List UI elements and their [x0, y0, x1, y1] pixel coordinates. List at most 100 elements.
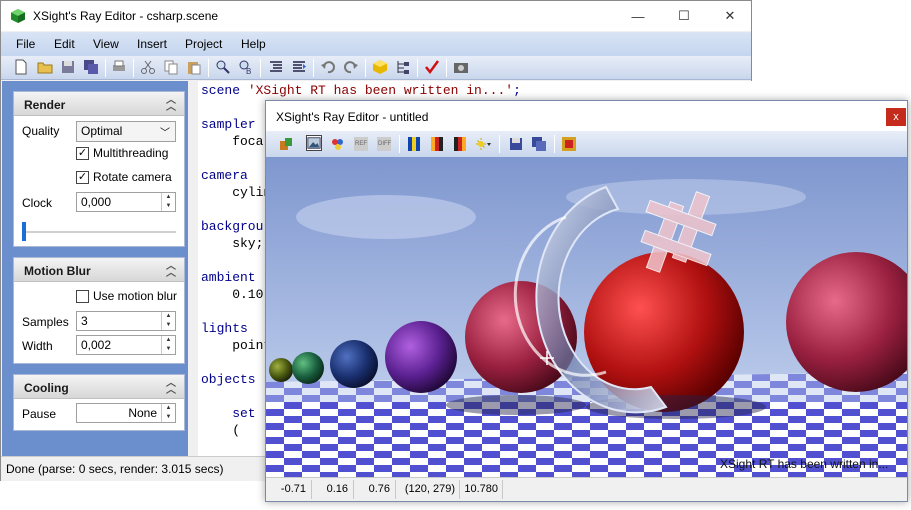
- motion-blur-panel: Motion Blur ︿ ︿ Use motion blur Samples 3 ▲…: [13, 257, 185, 364]
- quality-label: Quality: [22, 124, 60, 138]
- menu-bar: File Edit View Insert Project Help: [1, 32, 751, 56]
- cooling-header[interactable]: Cooling ︿ ︿: [14, 375, 184, 399]
- render-panel-header[interactable]: Render ︿ ︿: [14, 92, 184, 116]
- clock-slider-thumb[interactable]: [22, 222, 26, 241]
- code-line: ambient: [201, 270, 256, 285]
- chevron-down-icon: ﹀: [160, 128, 170, 139]
- svg-text:B: B: [246, 67, 251, 75]
- chevron-up-icon[interactable]: ︿ ︿: [166, 262, 176, 279]
- tree-icon[interactable]: [395, 59, 411, 75]
- code-line: sampler: [201, 117, 256, 132]
- distance: 10.780: [464, 483, 498, 495]
- clock-input[interactable]: 0,000 ▲ ▼: [76, 192, 176, 212]
- use-motion-blur-checkbox[interactable]: [76, 290, 89, 303]
- indent-icon[interactable]: [268, 59, 284, 75]
- copy-icon[interactable]: [163, 59, 179, 75]
- pause-spinner[interactable]: ▲ ▼: [161, 404, 175, 422]
- clock-slider-track[interactable]: [22, 231, 176, 233]
- pause-label: Pause: [22, 407, 57, 421]
- settings-sidebar: Render ︿ ︿ Quality Optimal ﹀ ✓ Multithreadi…: [2, 81, 188, 456]
- paste-icon[interactable]: [186, 59, 202, 75]
- menu-file[interactable]: File: [16, 37, 35, 51]
- render-close-button[interactable]: x: [886, 108, 906, 126]
- title-bar[interactable]: XSight's Ray Editor - csharp.scene — ☐ ✕: [1, 1, 751, 31]
- channel-red-icon[interactable]: [429, 136, 445, 152]
- close-button[interactable]: ✕: [707, 1, 753, 31]
- width-label: Width: [22, 339, 53, 353]
- splitter[interactable]: [188, 81, 198, 456]
- render-save-icon[interactable]: [508, 136, 524, 152]
- check-icon[interactable]: [424, 59, 440, 75]
- quality-value: Optimal: [81, 124, 123, 138]
- clock-value: 0,000: [81, 195, 112, 209]
- replace-icon[interactable]: B: [238, 59, 254, 75]
- palette-icon[interactable]: [330, 136, 346, 152]
- ref-icon[interactable]: REF: [353, 136, 369, 152]
- pause-input[interactable]: None ▲ ▼: [76, 403, 176, 423]
- channel-mix-icon[interactable]: [452, 136, 468, 152]
- open-folder-icon[interactable]: [37, 59, 53, 75]
- rotate-camera-label: Rotate camera: [93, 170, 172, 184]
- redo-icon[interactable]: [343, 59, 359, 75]
- render-toolbar: REF DIFF: [266, 131, 907, 157]
- multithreading-label: Multithreading: [93, 146, 169, 160]
- code-line: lights: [201, 321, 248, 336]
- samples-value: 3: [81, 314, 88, 328]
- menu-help[interactable]: Help: [241, 37, 266, 51]
- print-icon[interactable]: [111, 59, 127, 75]
- minimize-button[interactable]: —: [615, 1, 661, 31]
- cube-icon[interactable]: [372, 59, 388, 75]
- rotate-camera-checkbox[interactable]: ✓: [76, 171, 89, 184]
- svg-text:DIFF: DIFF: [378, 141, 392, 147]
- menu-edit[interactable]: Edit: [54, 37, 75, 51]
- width-value: 0,002: [81, 338, 112, 352]
- samples-spinner[interactable]: ▲ ▼: [161, 312, 175, 330]
- menu-insert[interactable]: Insert: [137, 37, 167, 51]
- render-save-as-icon[interactable]: [531, 136, 547, 152]
- multithreading-checkbox[interactable]: ✓: [76, 147, 89, 160]
- outdent-icon[interactable]: [291, 59, 307, 75]
- code-line: scene 'XSight RT has been written in...'…: [201, 83, 521, 98]
- render-title-bar[interactable]: XSight's Ray Editor - untitled x: [266, 101, 907, 131]
- quality-select[interactable]: Optimal ﹀: [76, 121, 176, 142]
- open-scene-icon[interactable]: [278, 136, 294, 152]
- maximize-button[interactable]: ☐: [661, 1, 707, 31]
- channel-blue-icon[interactable]: [406, 136, 422, 152]
- find-icon[interactable]: [215, 59, 231, 75]
- diff-icon[interactable]: DIFF: [376, 136, 392, 152]
- code-line: cylin: [201, 185, 272, 200]
- chevron-up-icon[interactable]: ︿ ︿: [166, 96, 176, 113]
- samples-input[interactable]: 3 ▲ ▼: [76, 311, 176, 331]
- render-panel: Render ︿ ︿ Quality Optimal ﹀ ✓ Multithreadi…: [13, 91, 185, 247]
- cooling-title: Cooling: [24, 381, 69, 395]
- render-caption: XSight RT has been written in...: [720, 457, 889, 471]
- code-line: objects: [201, 372, 256, 387]
- render-panel-title: Render: [24, 98, 66, 112]
- width-input[interactable]: 0,002 ▲ ▼: [76, 335, 176, 355]
- save-all-icon[interactable]: [83, 59, 99, 75]
- code-line: camera: [201, 168, 248, 183]
- code-line: 0.10: [201, 287, 264, 302]
- menu-view[interactable]: View: [93, 37, 119, 51]
- pixel-coord: (120, 279): [404, 483, 455, 495]
- clock-label: Clock: [22, 196, 53, 210]
- clock-spinner[interactable]: ▲ ▼: [161, 193, 175, 211]
- image-icon[interactable]: [306, 135, 322, 151]
- rendered-image[interactable]: XSight RT has been written in...: [266, 157, 907, 477]
- camera-icon[interactable]: [453, 59, 469, 75]
- save-icon[interactable]: [60, 59, 76, 75]
- menu-project[interactable]: Project: [185, 37, 222, 51]
- width-spinner[interactable]: ▲ ▼: [161, 336, 175, 354]
- chevron-up-icon[interactable]: ︿ ︿: [166, 379, 176, 396]
- cut-icon[interactable]: [140, 59, 156, 75]
- new-file-icon[interactable]: [13, 59, 29, 75]
- undo-icon[interactable]: [320, 59, 336, 75]
- motion-blur-header[interactable]: Motion Blur ︿ ︿: [14, 258, 184, 282]
- light-dropdown-icon[interactable]: [475, 136, 491, 152]
- stop-icon[interactable]: [561, 136, 577, 152]
- code-line: set: [201, 406, 256, 421]
- code-line: foca: [201, 134, 264, 149]
- code-line: backgrou: [201, 219, 264, 234]
- svg-text:REF: REF: [355, 141, 367, 147]
- code-line: point: [201, 338, 272, 353]
